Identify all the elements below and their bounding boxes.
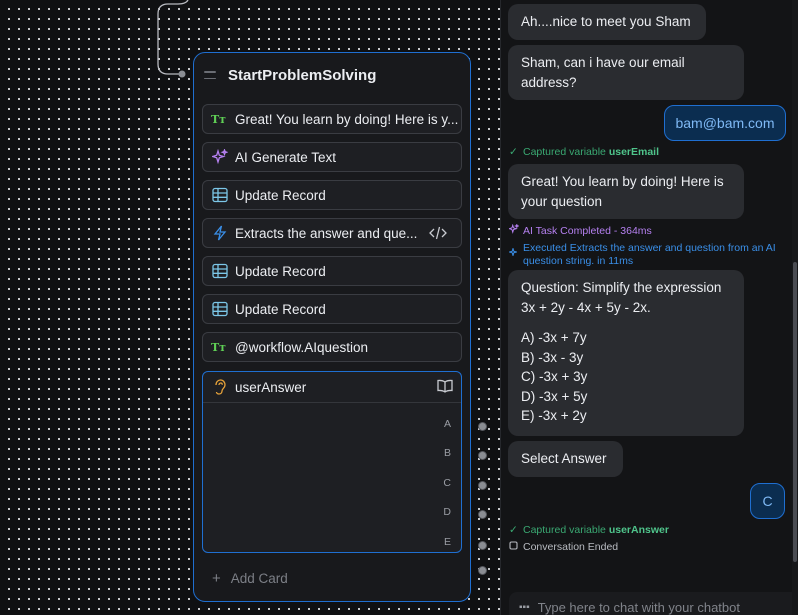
log-line: question string. in 11ms <box>523 255 634 267</box>
book-icon[interactable] <box>437 379 453 396</box>
group-title[interactable]: StartProblemSolving <box>228 67 376 84</box>
block-label: Great! You learn by doing! Here is y... <box>235 111 459 127</box>
log-captured-variable: ✓ Captured variable userAnswer <box>509 524 669 537</box>
sparkles-icon <box>507 223 523 238</box>
chat-scrollbar-thumb[interactable] <box>793 262 797 562</box>
choice-port[interactable] <box>478 510 487 519</box>
block-update-record[interactable]: Update Record <box>202 256 462 286</box>
block-update-record[interactable]: Update Record <box>202 294 462 324</box>
block-label: AI Generate Text <box>235 149 337 165</box>
message-text: Ah....nice to meet you Sham <box>521 14 691 29</box>
bot-message: Ah....nice to meet you Sham <box>508 4 706 40</box>
choice-port[interactable] <box>478 541 487 550</box>
log-captured-variable: ✓ Captured variable userEmail <box>509 146 659 159</box>
default-port[interactable] <box>478 566 487 575</box>
log-variable: userEmail <box>608 146 660 158</box>
log-conversation-ended: Conversation Ended <box>509 541 618 554</box>
block-label: Extracts the answer and que... <box>235 225 418 241</box>
chat-preview-panel[interactable]: Ah....nice to meet you Sham Sham, can i … <box>500 0 798 615</box>
table-icon <box>211 262 229 280</box>
svg-text:Tт: Tт <box>211 113 226 126</box>
sparkle-icon <box>507 246 523 260</box>
add-card-label: Add Card <box>230 571 288 586</box>
log-text: Conversation Ended <box>523 541 619 553</box>
bot-message: Great! You learn by doing! Here is your … <box>508 164 744 219</box>
block-label: Update Record <box>235 301 326 317</box>
bot-message: Sham, can i have our email address? <box>508 45 744 100</box>
block-code[interactable]: Extracts the answer and que... <box>202 218 462 248</box>
block-label: @workflow.AIquestion <box>235 339 369 355</box>
bot-message: Question: Simplify the expression 3x + 2… <box>508 270 744 436</box>
log-executed: Executed Extracts the answer and questio… <box>507 242 776 268</box>
chat-input[interactable] <box>537 599 778 615</box>
choice-item[interactable]: A <box>444 418 451 430</box>
input-head: userAnswer <box>203 372 461 403</box>
log-text: AI Task Completed - 364ms <box>523 225 652 237</box>
table-icon <box>211 300 229 318</box>
block-text-bubble[interactable]: Tт @workflow.AIquestion <box>202 332 462 362</box>
block-text-bubble[interactable]: Tт Great! You learn by doing! Here is y.… <box>202 104 462 134</box>
drag-handle-icon[interactable] <box>204 71 216 79</box>
choice-port[interactable] <box>478 451 487 460</box>
block-label: Update Record <box>235 263 326 279</box>
message-line: Sham, can i have our email <box>521 55 685 70</box>
block-buttons-input[interactable]: userAnswer A B C D E <box>202 371 462 553</box>
group-header: StartProblemSolving <box>204 65 376 85</box>
lightning-icon <box>211 224 229 242</box>
log-ai-task: AI Task Completed - 364ms <box>507 223 652 238</box>
user-message: C <box>750 483 785 519</box>
flow-canvas[interactable]: StartProblemSolving Tт Great! You learn … <box>0 0 500 615</box>
chat-bubble-icon: ▪▪▪ <box>519 601 530 613</box>
check-icon: ✓ <box>509 146 518 158</box>
choice-port[interactable] <box>478 422 487 431</box>
message-line: A) -3x + 7y <box>521 330 587 345</box>
bot-message: Select Answer <box>508 441 623 477</box>
user-message: bam@bam.com <box>664 105 786 141</box>
log-text: Captured variable <box>523 146 606 158</box>
message-text: bam@bam.com <box>675 115 775 131</box>
chat-input-bar[interactable]: ▪▪▪ <box>509 592 798 615</box>
message-line: Great! You learn by doing! Here is <box>521 174 724 189</box>
message-line: E) -3x + 2y <box>521 408 587 423</box>
plus-icon: + <box>212 570 221 587</box>
message-line: your question <box>521 193 603 209</box>
choice-item[interactable]: C <box>443 477 451 489</box>
input-variable: userAnswer <box>235 379 307 395</box>
flow-connector <box>157 0 189 78</box>
message-line: D) -3x + 5y <box>521 388 588 404</box>
text-bubble-icon: Tт <box>211 110 229 128</box>
log-text: Captured variable <box>523 524 606 536</box>
text-bubble-icon: Tт <box>211 338 229 356</box>
ear-icon <box>211 378 229 396</box>
block-label: Update Record <box>235 187 326 203</box>
message-line: Question: Simplify the expression <box>521 280 722 295</box>
choice-item[interactable]: D <box>443 506 451 518</box>
square-icon <box>509 541 523 554</box>
message-line: 3x + 2y - 4x + 5y - 2x. <box>521 299 651 315</box>
message-line: C) -3x + 3y <box>521 369 588 384</box>
log-line: Executed Extracts the answer and questio… <box>523 242 776 254</box>
group-startproblemsolving[interactable]: StartProblemSolving Tт Great! You learn … <box>193 52 487 602</box>
check-icon: ✓ <box>509 524 518 536</box>
add-card-button[interactable]: + Add Card <box>212 570 288 587</box>
block-ai-generate-text[interactable]: AI Generate Text <box>202 142 462 172</box>
message-line: B) -3x - 3y <box>521 349 584 365</box>
choice-item[interactable]: B <box>444 447 451 459</box>
log-variable: userAnswer <box>608 524 669 536</box>
message-line: address? <box>521 74 577 90</box>
choice-item[interactable]: E <box>444 536 451 548</box>
message-text: Select Answer <box>521 451 607 466</box>
svg-text:Tт: Tт <box>211 341 226 354</box>
table-icon <box>211 186 229 204</box>
block-update-record[interactable]: Update Record <box>202 180 462 210</box>
choice-port[interactable] <box>478 481 487 490</box>
code-icon[interactable] <box>429 225 447 244</box>
sparkles-icon <box>211 148 229 166</box>
message-text: C <box>762 493 773 509</box>
